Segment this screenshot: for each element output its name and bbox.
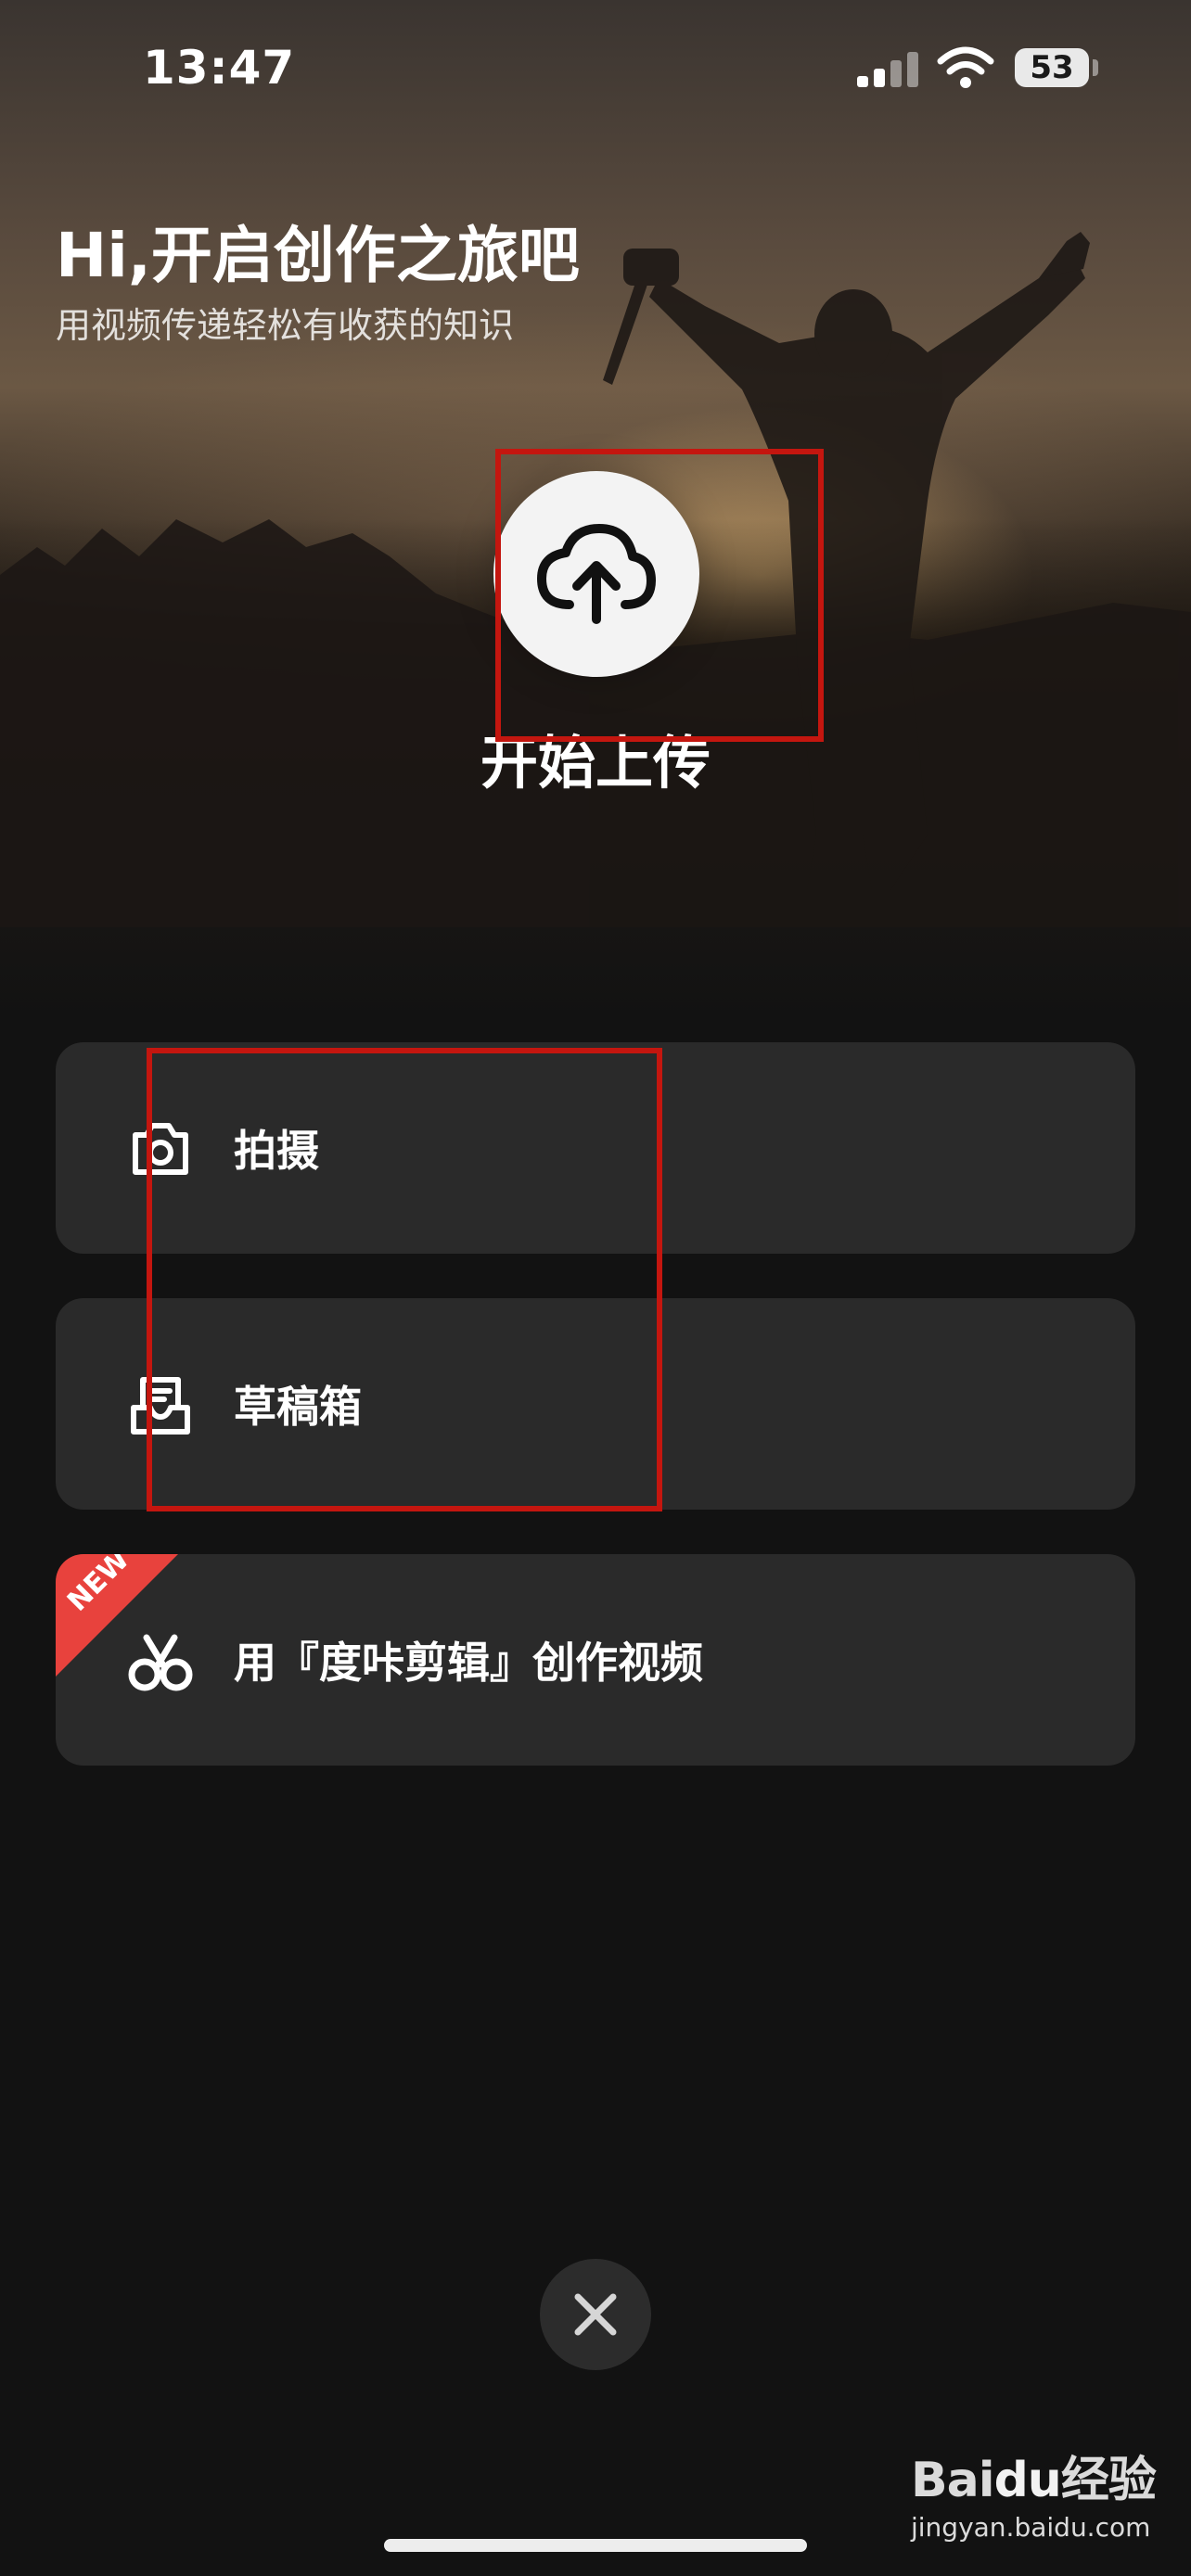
close-icon <box>574 2293 617 2336</box>
close-button[interactable] <box>540 2259 651 2370</box>
battery-cap <box>1093 59 1098 76</box>
watermark-logo-du: du <box>993 2453 1062 2508</box>
watermark-logo-jingyan: 经验 <box>1060 2453 1157 2508</box>
battery-level: 53 <box>1015 48 1089 87</box>
highlight-box-menu <box>147 1048 662 1511</box>
menu-item-duka-edit[interactable]: NEW 用『度咔剪辑』创作视频 <box>56 1554 1135 1766</box>
watermark-site: jingyan.baidu.com <box>911 2512 1151 2543</box>
greeting-subtitle: 用视频传递轻松有收获的知识 <box>56 305 515 346</box>
signal-icon <box>857 52 918 87</box>
wifi-icon <box>937 46 994 88</box>
menu-label-duka-edit: 用『度咔剪辑』创作视频 <box>234 1638 703 1688</box>
upload-screen: 13:47 53 Hi,开启创作之旅吧 用视频传递轻松有收获的知识 开始上传 拍… <box>0 0 1191 2576</box>
home-indicator <box>384 2539 807 2552</box>
greeting-title: Hi,开启创作之旅吧 <box>56 220 580 291</box>
watermark-logo-bai: Bai <box>911 2453 995 2508</box>
status-time: 13:47 <box>143 41 296 95</box>
duka-scissors-icon <box>128 1634 193 1691</box>
highlight-box-upload <box>495 449 824 742</box>
watermark-logo: Baidu经验 <box>911 2441 1157 2510</box>
baidu-jingyan-watermark: Baidu经验 jingyan.baidu.com <box>911 2441 1157 2543</box>
